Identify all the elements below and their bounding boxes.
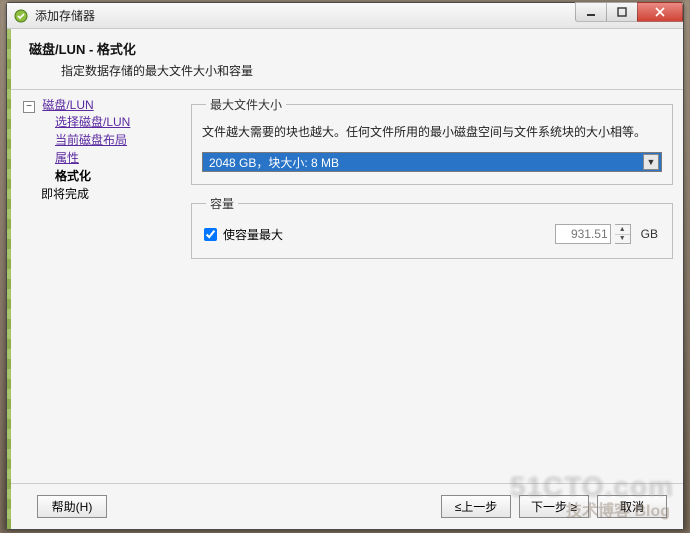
- wizard-footer: 帮助(H) ≤上一步 下一步 ≥ 取消: [7, 483, 683, 529]
- wizard-content: 最大文件大小 文件越大需要的块也越大。任何文件所用的最小磁盘空间与文件系统块的大…: [191, 96, 673, 477]
- maximize-capacity-input[interactable]: [204, 228, 217, 241]
- titlebar: 添加存储器: [7, 3, 683, 29]
- group-maxfile: 最大文件大小 文件越大需要的块也越大。任何文件所用的最小磁盘空间与文件系统块的大…: [191, 96, 673, 185]
- step-up-icon[interactable]: ▲: [615, 225, 630, 234]
- capacity-spinner: ▲ ▼ GB: [555, 224, 658, 244]
- collapse-icon[interactable]: −: [23, 101, 35, 113]
- wizard-body: − 磁盘/LUN 选择磁盘/LUN 当前磁盘布局 属性 格式化 即将完成 最大文…: [7, 90, 683, 483]
- block-size-selected: 2048 GB，块大小: 8 MB: [209, 154, 339, 171]
- block-size-combo[interactable]: 2048 GB，块大小: 8 MB ▼: [202, 152, 662, 172]
- decor-stripe: [7, 29, 11, 529]
- maximize-capacity-label: 使容量最大: [223, 226, 283, 243]
- group-capacity: 容量 使容量最大 ▲ ▼ GB: [191, 195, 673, 259]
- capacity-stepper[interactable]: ▲ ▼: [615, 224, 631, 244]
- capacity-unit: GB: [635, 227, 658, 241]
- maximize-button[interactable]: [606, 2, 638, 22]
- minimize-button[interactable]: [575, 2, 607, 22]
- nav-select-disk[interactable]: 选择磁盘/LUN: [55, 115, 130, 129]
- nav-format-current: 格式化: [55, 169, 91, 183]
- capacity-field[interactable]: [555, 224, 611, 244]
- wizard-nav: − 磁盘/LUN 选择磁盘/LUN 当前磁盘布局 属性 格式化 即将完成: [23, 96, 183, 477]
- back-button[interactable]: ≤上一步: [441, 495, 511, 518]
- wizard-header: 磁盘/LUN - 格式化 指定数据存储的最大文件大小和容量: [7, 29, 683, 90]
- page-title: 磁盘/LUN - 格式化: [29, 39, 669, 58]
- group-maxfile-legend: 最大文件大小: [206, 96, 286, 113]
- nav-properties[interactable]: 属性: [55, 151, 79, 165]
- chevron-down-icon: ▼: [643, 154, 659, 170]
- next-button[interactable]: 下一步 ≥: [519, 495, 589, 518]
- group-capacity-legend: 容量: [206, 195, 238, 212]
- nav-current-layout[interactable]: 当前磁盘布局: [55, 133, 127, 147]
- maximize-capacity-checkbox[interactable]: 使容量最大: [204, 226, 283, 243]
- window-title: 添加存储器: [35, 7, 95, 24]
- step-down-icon[interactable]: ▼: [615, 234, 630, 244]
- nav-root[interactable]: 磁盘/LUN: [42, 98, 93, 112]
- nav-finish: 即将完成: [23, 185, 183, 203]
- cancel-button[interactable]: 取消: [597, 495, 667, 518]
- app-icon: [13, 8, 29, 24]
- maxfile-description: 文件越大需要的块也越大。任何文件所用的最小磁盘空间与文件系统块的大小相等。: [202, 123, 662, 140]
- help-button[interactable]: 帮助(H): [37, 495, 107, 518]
- page-subtitle: 指定数据存储的最大文件大小和容量: [29, 62, 669, 79]
- close-button[interactable]: [637, 2, 683, 22]
- window-controls: [576, 2, 683, 22]
- capacity-input[interactable]: [556, 227, 610, 241]
- wizard-window: 添加存储器 磁盘/LUN - 格式化 指定数据存储的最大文件大小和容量 − 磁盘…: [6, 2, 684, 530]
